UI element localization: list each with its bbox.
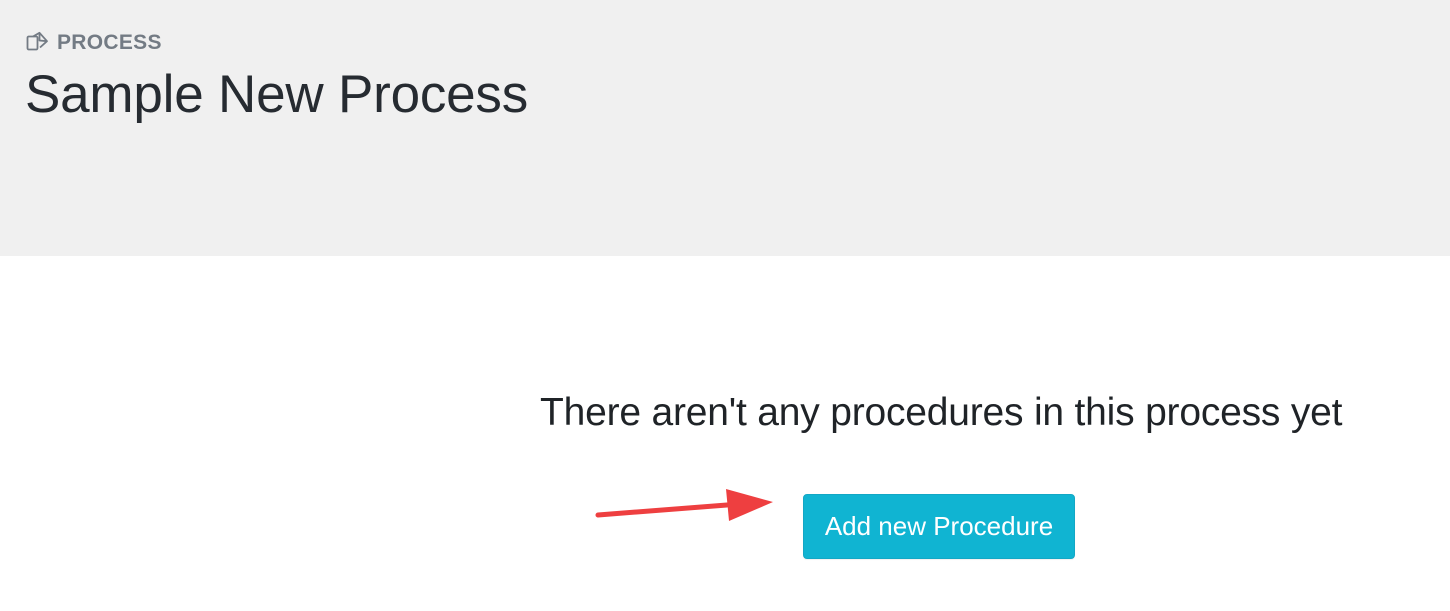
section-label: PROCESS — [57, 31, 162, 54]
red-pointer-arrow-icon — [595, 489, 773, 521]
process-copy-icon — [26, 31, 48, 51]
add-new-procedure-button[interactable]: Add new Procedure — [803, 494, 1075, 559]
process-header: PROCESS Sample New Process — [0, 0, 1450, 256]
process-page: PROCESS Sample New Process There aren't … — [0, 0, 1450, 611]
section-heading: PROCESS — [26, 31, 162, 54]
page-title: Sample New Process — [25, 65, 529, 124]
empty-state-message: There aren't any procedures in this proc… — [540, 391, 1343, 434]
